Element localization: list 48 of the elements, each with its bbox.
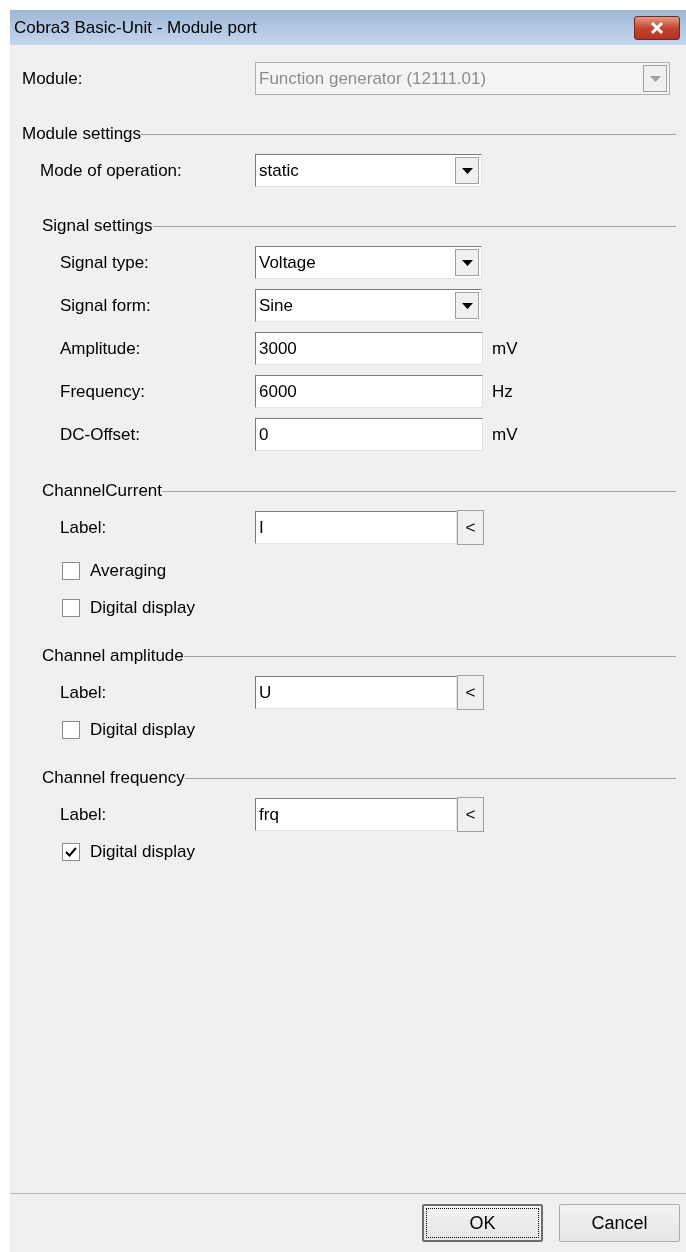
insert-button[interactable]: <	[457, 510, 484, 545]
input-field[interactable]: U	[255, 676, 457, 709]
checkbox-label: Averaging	[90, 561, 167, 581]
field-label: Module:	[22, 68, 84, 89]
group-heading: ChannelCurrent	[42, 481, 162, 501]
dropdown[interactable]: static	[255, 154, 482, 187]
dialog-button[interactable]: Cancel	[559, 1204, 680, 1242]
checkbox-label: Digital display	[90, 842, 195, 862]
field-label: Frequency:	[60, 381, 147, 402]
dropdown[interactable]: Sine	[255, 289, 482, 322]
insert-button[interactable]: <	[457, 797, 484, 832]
dialog-button[interactable]: OK	[422, 1204, 543, 1242]
field-label: Signal form:	[60, 295, 152, 316]
window-title: Cobra3 Basic-Unit - Module port	[14, 17, 257, 38]
input-field[interactable]: 6000	[255, 375, 483, 408]
unit-label: Hz	[492, 381, 513, 402]
dropdown[interactable]: Voltage	[255, 246, 482, 279]
checkbox[interactable]	[62, 721, 80, 739]
field-label: DC-Offset:	[60, 424, 141, 445]
field-label: Label:	[60, 682, 108, 703]
insert-button[interactable]: <	[457, 675, 484, 710]
input-field[interactable]: I	[255, 511, 457, 544]
group-heading: Channel amplitude	[42, 646, 184, 666]
check-icon	[65, 847, 77, 857]
field-label: Signal type:	[60, 252, 150, 273]
input-field[interactable]: 3000	[255, 332, 483, 365]
unit-label: mV	[492, 424, 518, 445]
close-icon	[650, 21, 664, 34]
field-label: Amplitude:	[60, 338, 142, 359]
input-field[interactable]: 0	[255, 418, 483, 451]
unit-label: mV	[492, 338, 518, 359]
caret-icon	[461, 259, 473, 266]
input-field[interactable]: frq	[255, 798, 457, 831]
group-heading: Signal settings	[42, 216, 153, 236]
field-label: Mode of operation:	[40, 160, 183, 181]
caret-icon	[461, 302, 473, 309]
checkbox-label: Digital display	[90, 720, 195, 740]
checkbox[interactable]	[62, 843, 80, 861]
checkbox-label: Digital display	[90, 598, 195, 618]
field-label: Label:	[60, 517, 108, 538]
close-button[interactable]	[634, 15, 680, 40]
checkbox[interactable]	[62, 562, 80, 580]
checkbox[interactable]	[62, 599, 80, 617]
caret-icon	[649, 75, 661, 82]
group-heading: Module settings	[22, 124, 142, 144]
caret-icon	[461, 167, 473, 174]
field-label: Label:	[60, 804, 108, 825]
group-heading: Channel frequency	[42, 768, 185, 788]
